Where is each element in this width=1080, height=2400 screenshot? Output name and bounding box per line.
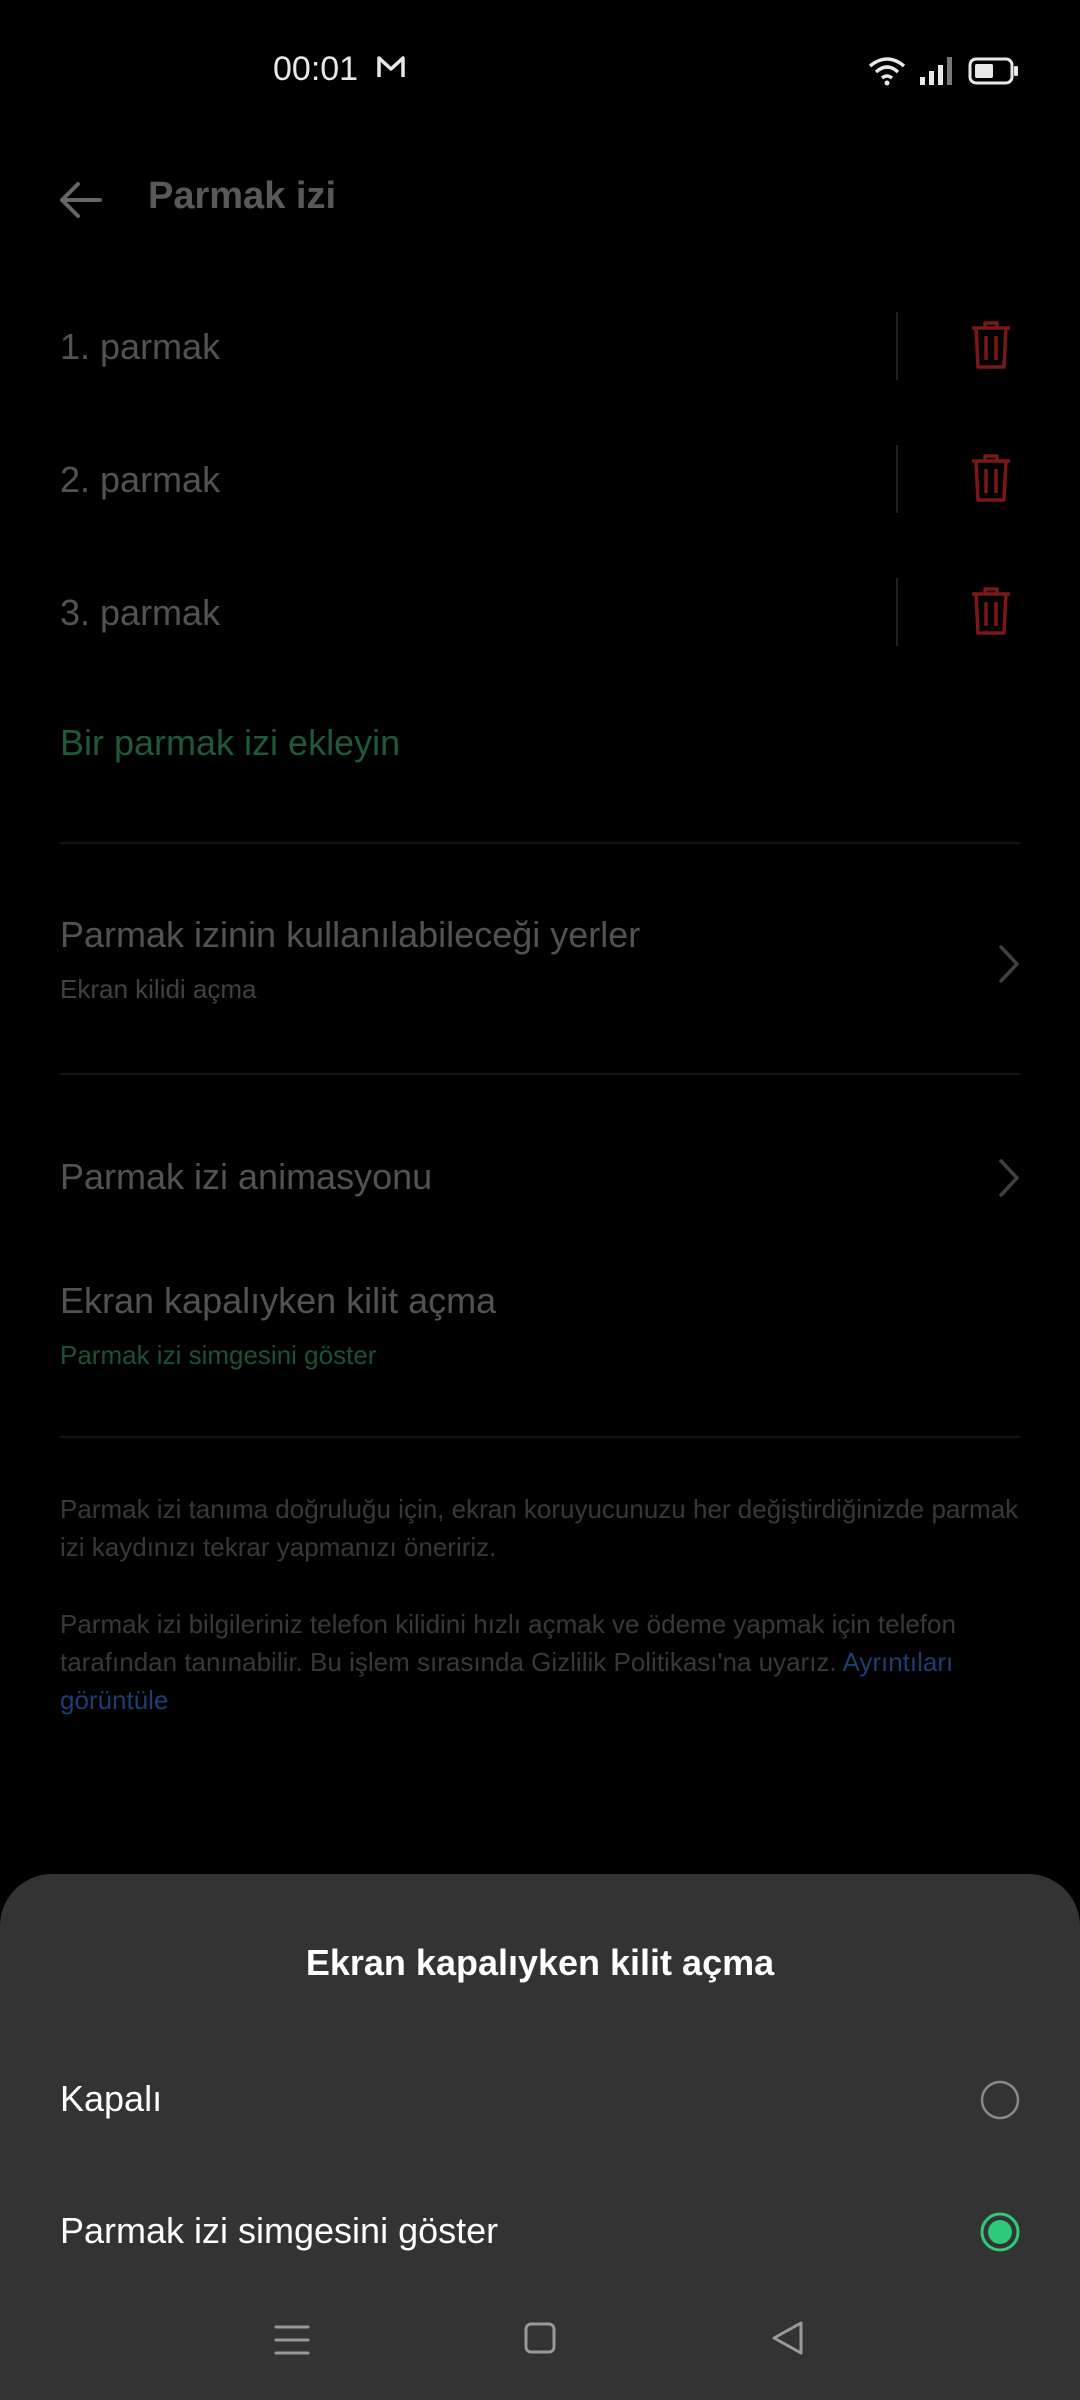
chevron-right-icon	[999, 945, 1019, 983]
add-fingerprint-link[interactable]: Bir parmak izi ekleyin	[60, 722, 400, 764]
option-label: Parmak izi simgesini göster	[60, 2210, 499, 2251]
animation-title: Parmak izi animasyonu	[60, 1156, 433, 1197]
row-divider	[896, 445, 898, 513]
back-triangle-icon[interactable]	[770, 2320, 804, 2356]
delete-trash-icon[interactable]	[970, 586, 1012, 636]
fingerprint-label: 1. parmak	[60, 326, 221, 367]
fingerprint-label: 2. parmak	[60, 459, 221, 500]
fingerprint-row-3[interactable]: 3. parmak	[60, 572, 1020, 652]
option-off[interactable]: Kapalı	[60, 2060, 1020, 2140]
divider	[60, 1436, 1020, 1438]
fingerprint-usage-item[interactable]: Parmak izinin kullanılabileceği yerler E…	[60, 914, 1020, 1024]
delete-trash-icon[interactable]	[970, 453, 1012, 503]
fingerprint-animation-item[interactable]: Parmak izi animasyonu	[60, 1156, 1020, 1216]
radio-selected-icon[interactable]	[980, 2212, 1020, 2252]
screen-off-subtitle: Parmak izi simgesini göster	[60, 1340, 377, 1370]
privacy-note: Parmak izi bilgileriniz telefon kilidini…	[60, 1605, 1020, 1719]
row-divider	[896, 578, 898, 646]
chevron-right-icon	[999, 1159, 1019, 1197]
fingerprint-label: 3. parmak	[60, 592, 221, 633]
radio-unselected-icon[interactable]	[980, 2080, 1020, 2120]
navigation-bar	[0, 2300, 1080, 2380]
divider	[60, 1073, 1020, 1075]
menu-icon[interactable]	[274, 2322, 310, 2358]
row-divider	[896, 312, 898, 380]
divider	[60, 842, 1020, 844]
option-label: Kapalı	[60, 2078, 163, 2119]
delete-trash-icon[interactable]	[970, 320, 1012, 370]
fingerprint-row-2[interactable]: 2. parmak	[60, 439, 1020, 519]
accuracy-note: Parmak izi tanıma doğruluğu için, ekran …	[60, 1494, 1019, 1562]
page-title: Parmak izi	[148, 175, 336, 217]
fingerprint-row-1[interactable]: 1. parmak	[60, 306, 1020, 386]
privacy-note-text: Parmak izi bilgileriniz telefon kilidini…	[60, 1609, 956, 1677]
screen-off-unlock-item[interactable]: Ekran kapalıyken kilit açma Parmak izi s…	[60, 1280, 1020, 1380]
usage-subtitle: Ekran kilidi açma	[60, 974, 257, 1004]
back-arrow-icon[interactable]	[58, 180, 102, 220]
sheet-title: Ekran kapalıyken kilit açma	[305, 1942, 775, 1983]
usage-title: Parmak izinin kullanılabileceği yerler	[60, 914, 641, 955]
home-icon[interactable]	[524, 2322, 556, 2354]
screen-off-title: Ekran kapalıyken kilit açma	[60, 1280, 497, 1321]
option-show-icon[interactable]: Parmak izi simgesini göster	[60, 2192, 1020, 2272]
